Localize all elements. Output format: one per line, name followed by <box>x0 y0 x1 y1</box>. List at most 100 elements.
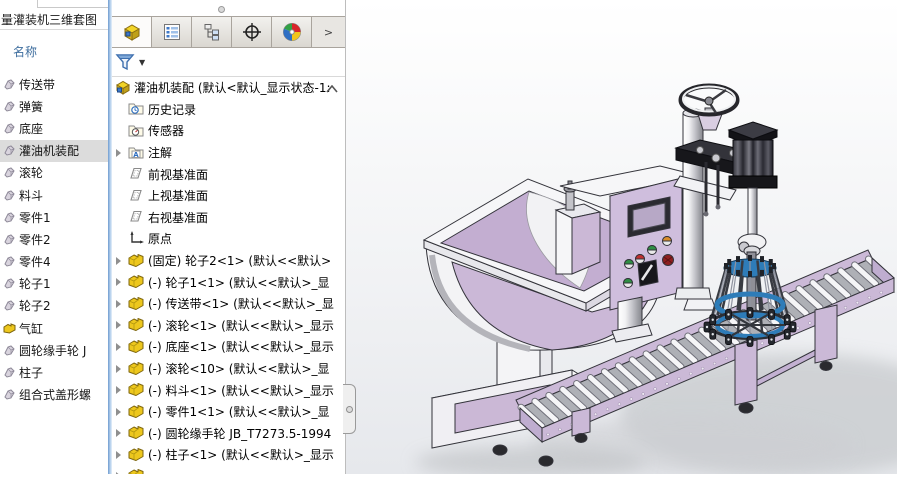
list-item-label: 圆轮缘手轮 J <box>19 343 87 358</box>
panel-grip-dot-icon[interactable] <box>218 6 225 13</box>
tab-dimxpertmanager[interactable] <box>232 17 272 47</box>
reference-plane-icon <box>130 211 142 222</box>
expand-arrow-icon[interactable] <box>114 320 124 330</box>
tree-root-item[interactable]: 灌油机装配 (默认<默认_显示状态-1: <box>112 77 345 99</box>
list-item[interactable]: 气缸 <box>0 317 108 339</box>
part-icon <box>128 426 144 440</box>
list-item[interactable]: 零件4 <box>0 251 108 273</box>
reference-plane-icon <box>130 168 142 179</box>
tree-item[interactable]: (-) 轮子1<1> (默认<<默认>_显 <box>112 271 345 293</box>
tab-displaymanager[interactable] <box>272 17 312 47</box>
expand-arrow-icon[interactable] <box>114 234 124 244</box>
part-icon <box>128 275 144 289</box>
tree-item-label: 传感器 <box>148 124 185 139</box>
tab-configurationmanager[interactable] <box>192 17 232 47</box>
expand-arrow-icon[interactable] <box>114 450 124 460</box>
part-thumbnail-icon <box>4 367 15 378</box>
expand-arrow-icon[interactable] <box>114 212 124 222</box>
expand-arrow-icon[interactable] <box>114 299 124 309</box>
list-item-label: 零件4 <box>19 255 51 270</box>
expand-arrow-icon[interactable] <box>114 191 124 201</box>
tree-item[interactable]: (-) 底座<1> (默认<<默认>_显示 <box>112 336 345 358</box>
tabs-overflow-button[interactable]: > <box>312 17 345 47</box>
tree-item[interactable]: (-) 圆轮缘手轮 JB_T7273.5-1994 <box>112 423 345 445</box>
propertymanager-icon <box>163 24 180 40</box>
tree-item[interactable]: (-) 料斗<1> (默认<<默认>_显示 <box>112 379 345 401</box>
list-item-label: 料斗 <box>19 188 44 203</box>
filter-bar[interactable]: ▼ <box>112 48 345 77</box>
left-panel-splitter[interactable] <box>108 0 112 474</box>
tree-item[interactable]: (-) 柱子<1> (默认<<默认>_显示 <box>112 444 345 466</box>
list-item[interactable]: 灌油机装配 <box>0 139 108 162</box>
featuremanager-panel: > ▼ 灌油机装配 (默认<默认_显示状态-1: 历史记录传感器 A 注解前视基准面上… <box>112 0 345 474</box>
tree-item-label: 上视基准面 <box>148 189 209 204</box>
list-item[interactable]: 轮子2 <box>0 295 108 317</box>
part-list: 传送带 弹簧 底座 灌油机装配 滚轮料斗零件1 零件2 零件4 轮子1 轮子2 气缸圆轮缘手轮 J… <box>0 73 108 406</box>
list-item[interactable]: 圆轮缘手轮 J <box>0 339 108 361</box>
panel-splitter-handle[interactable] <box>343 384 356 434</box>
tree-item-label: (-) 滚轮<10> (默认<<默认>_显 <box>148 362 330 377</box>
filter-dropdown-caret-icon[interactable]: ▼ <box>139 58 145 67</box>
part-thumbnail-icon <box>4 145 15 156</box>
expand-arrow-icon[interactable] <box>114 342 124 352</box>
tree-item[interactable]: (-) 传送带<1> (默认<<默认>_显 <box>112 293 345 315</box>
tree-item-label: (-) 滚轮<1> (默认<<默认>_显示 <box>148 318 334 333</box>
tree-item[interactable]: 右视基准面 <box>112 207 345 229</box>
annotations-folder-icon: A <box>128 147 144 159</box>
part-icon <box>128 361 144 375</box>
list-item[interactable]: 传送带 <box>0 73 108 95</box>
tab-featuremanager[interactable] <box>112 17 152 47</box>
expand-arrow-icon[interactable] <box>114 104 124 114</box>
expand-arrow-icon[interactable] <box>114 407 124 417</box>
tree-item[interactable] <box>112 466 345 474</box>
tree-item[interactable]: 原点 <box>112 228 345 250</box>
tree-scroll-up-button[interactable] <box>326 82 338 96</box>
list-item[interactable]: 滚轮 <box>0 162 108 184</box>
list-item[interactable]: 底座 <box>0 117 108 139</box>
list-item[interactable]: 零件1 <box>0 206 108 228</box>
expand-arrow-icon[interactable] <box>114 385 124 395</box>
part-thumbnail-icon <box>4 389 15 400</box>
expand-arrow-icon[interactable] <box>114 169 124 179</box>
top-divider-line <box>37 7 108 8</box>
part-thumbnail-icon <box>4 79 15 90</box>
tree-item-label: (-) 底座<1> (默认<<默认>_显示 <box>148 340 334 355</box>
tree-item[interactable]: (-) 滚轮<10> (默认<<默认>_显 <box>112 358 345 380</box>
part-icon <box>128 296 144 310</box>
expand-arrow-icon[interactable] <box>114 364 124 374</box>
tree-item[interactable]: A 注解 <box>112 142 345 164</box>
list-item[interactable]: 柱子 <box>0 361 108 383</box>
tree-item-label: 原点 <box>148 232 173 247</box>
assembly-icon <box>116 80 130 95</box>
tree-item[interactable]: (-) 滚轮<1> (默认<<默认>_显示 <box>112 315 345 337</box>
featuremanager-tabs: > <box>112 16 345 48</box>
tree-item[interactable]: (-) 零件1<1> (默认<<默认>_显 <box>112 401 345 423</box>
expand-arrow-icon[interactable] <box>114 148 124 158</box>
tree-item[interactable]: 上视基准面 <box>112 185 345 207</box>
part-thumbnail-icon <box>4 189 15 201</box>
tree-item-label: (-) 圆轮缘手轮 JB_T7273.5-1994 <box>148 426 332 441</box>
list-item[interactable]: 弹簧 <box>0 95 108 117</box>
expand-arrow-icon[interactable] <box>114 277 124 287</box>
list-item[interactable]: 组合式盖形螺 <box>0 384 108 406</box>
origin-icon <box>130 230 144 244</box>
tree-item[interactable]: 前视基准面 <box>112 163 345 185</box>
tree-item[interactable]: (固定) 轮子2<1> (默认<<默认> <box>112 250 345 272</box>
tree-item-label: 注解 <box>148 146 173 161</box>
list-item[interactable]: 轮子1 <box>0 273 108 295</box>
tree-item-label: (-) 零件1<1> (默认<<默认>_显 <box>148 405 330 420</box>
feature-tree: 灌油机装配 (默认<默认_显示状态-1: 历史记录传感器 A 注解前视基准面上视基准面… <box>112 77 345 474</box>
list-item[interactable]: 料斗 <box>0 184 108 206</box>
configurationmanager-icon <box>204 24 219 41</box>
tab-propertymanager[interactable] <box>152 17 192 47</box>
expand-arrow-icon[interactable] <box>114 256 124 266</box>
tree-item-label: (-) 轮子1<1> (默认<<默认>_显 <box>148 275 330 290</box>
name-column-header[interactable]: 名称 <box>13 43 37 60</box>
list-item[interactable]: 零件2 <box>0 228 108 250</box>
expand-arrow-icon[interactable] <box>114 126 124 136</box>
top-divider-tick <box>37 0 38 7</box>
expand-arrow-icon[interactable] <box>114 428 124 438</box>
tree-item[interactable]: 传感器 <box>112 120 345 142</box>
part-icon <box>128 339 144 353</box>
tree-item[interactable]: 历史记录 <box>112 99 345 121</box>
